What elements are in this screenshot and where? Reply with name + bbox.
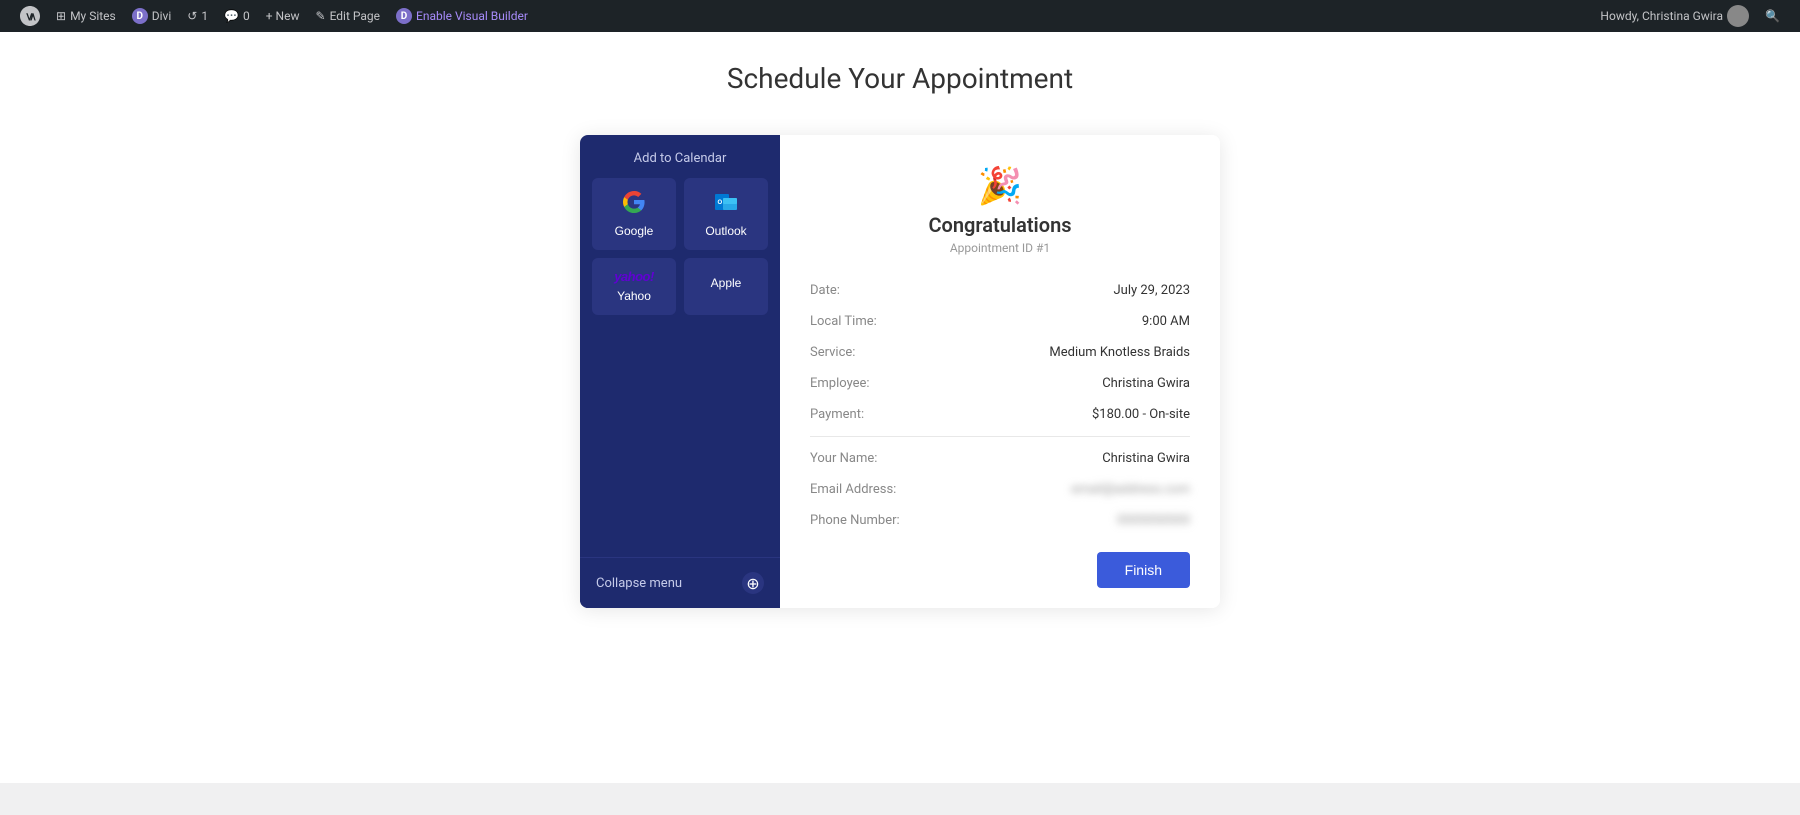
phone-label: Phone Number: [810, 513, 900, 528]
yahoo-icon: yahoo! [614, 270, 654, 283]
name-value: Christina Gwira [1102, 451, 1190, 466]
calendar-sidebar: Add to Calendar Google [580, 135, 780, 608]
email-value: email@address.com [1071, 482, 1190, 497]
user-avatar [1727, 5, 1749, 27]
my-sites-link[interactable]: ⊞ My Sites [48, 0, 124, 32]
personal-details: Your Name: Christina Gwira Email Address… [810, 443, 1190, 536]
detail-row-time: Local Time: 9:00 AM [810, 306, 1190, 337]
service-label: Service: [810, 345, 855, 360]
apple-calendar-button[interactable]: Apple [684, 258, 768, 315]
wp-logo-link[interactable] [12, 0, 48, 32]
date-value: July 29, 2023 [1114, 283, 1191, 298]
collapse-icon: ⊕ [742, 572, 764, 594]
payment-label: Payment: [810, 407, 864, 422]
revisions-link[interactable]: ↺ 1 [179, 0, 216, 32]
appointment-id: Appointment ID #1 [810, 241, 1190, 255]
finish-button[interactable]: Finish [1097, 552, 1190, 588]
congrats-section: 🎉 Congratulations Appointment ID #1 [810, 165, 1190, 255]
admin-bar: ⊞ My Sites D Divi ↺ 1 💬 0 + New ✎ Edit P… [0, 0, 1800, 32]
yahoo-calendar-button[interactable]: yahoo! Yahoo [592, 258, 676, 315]
payment-value: $180.00 - On-site [1092, 407, 1190, 422]
google-icon [622, 190, 646, 218]
enable-visual-builder-link[interactable]: D Enable Visual Builder [388, 0, 536, 32]
detail-row-payment: Payment: $180.00 - On-site [810, 399, 1190, 430]
visual-builder-icon: D [396, 8, 412, 24]
google-calendar-button[interactable]: Google [592, 178, 676, 250]
sites-icon: ⊞ [56, 9, 66, 23]
confirmation-panel: 🎉 Congratulations Appointment ID #1 Date… [780, 135, 1220, 608]
finish-row: Finish [810, 536, 1190, 588]
revisions-icon: ↺ [187, 9, 197, 23]
appointment-details: Date: July 29, 2023 Local Time: 9:00 AM … [810, 275, 1190, 430]
howdy-link[interactable]: Howdy, Christina Gwira [1592, 0, 1757, 32]
search-icon: 🔍 [1765, 9, 1780, 23]
detail-row-name: Your Name: Christina Gwira [810, 443, 1190, 474]
outlook-icon: O [714, 190, 738, 218]
party-icon: 🎉 [810, 165, 1190, 207]
comments-icon: 💬 [224, 9, 239, 23]
divi-link[interactable]: D Divi [124, 0, 180, 32]
admin-bar-right: Howdy, Christina Gwira 🔍 [1592, 0, 1788, 32]
page-title: Schedule Your Appointment [0, 52, 1800, 95]
time-label: Local Time: [810, 314, 877, 329]
appointment-widget: Add to Calendar Google [580, 135, 1220, 608]
add-to-calendar-header: Add to Calendar [580, 135, 780, 178]
details-divider [810, 436, 1190, 437]
service-value: Medium Knotless Braids [1049, 345, 1190, 360]
name-label: Your Name: [810, 451, 877, 466]
main-content: Schedule Your Appointment Add to Calenda… [0, 32, 1800, 783]
svg-text:O: O [718, 200, 723, 206]
detail-row-email: Email Address: email@address.com [810, 474, 1190, 505]
detail-row-employee: Employee: Christina Gwira [810, 368, 1190, 399]
edit-icon: ✎ [316, 9, 326, 23]
detail-row-date: Date: July 29, 2023 [810, 275, 1190, 306]
divi-icon: D [132, 8, 148, 24]
edit-page-link[interactable]: ✎ Edit Page [308, 0, 389, 32]
search-button[interactable]: 🔍 [1757, 0, 1788, 32]
detail-row-service: Service: Medium Knotless Braids [810, 337, 1190, 368]
phone-value: 0000000000 [1117, 513, 1190, 528]
outlook-calendar-button[interactable]: O Outlook [684, 178, 768, 250]
time-value: 9:00 AM [1142, 314, 1190, 329]
calendar-buttons-grid: Google O Outlook [580, 178, 780, 327]
congrats-title: Congratulations [810, 213, 1190, 237]
email-label: Email Address: [810, 482, 896, 497]
date-label: Date: [810, 283, 840, 298]
employee-value: Christina Gwira [1102, 376, 1190, 391]
collapse-menu-button[interactable]: Collapse menu ⊕ [580, 557, 780, 608]
new-link[interactable]: + New [258, 0, 308, 32]
comments-link[interactable]: 💬 0 [216, 0, 258, 32]
employee-label: Employee: [810, 376, 870, 391]
detail-row-phone: Phone Number: 0000000000 [810, 505, 1190, 536]
